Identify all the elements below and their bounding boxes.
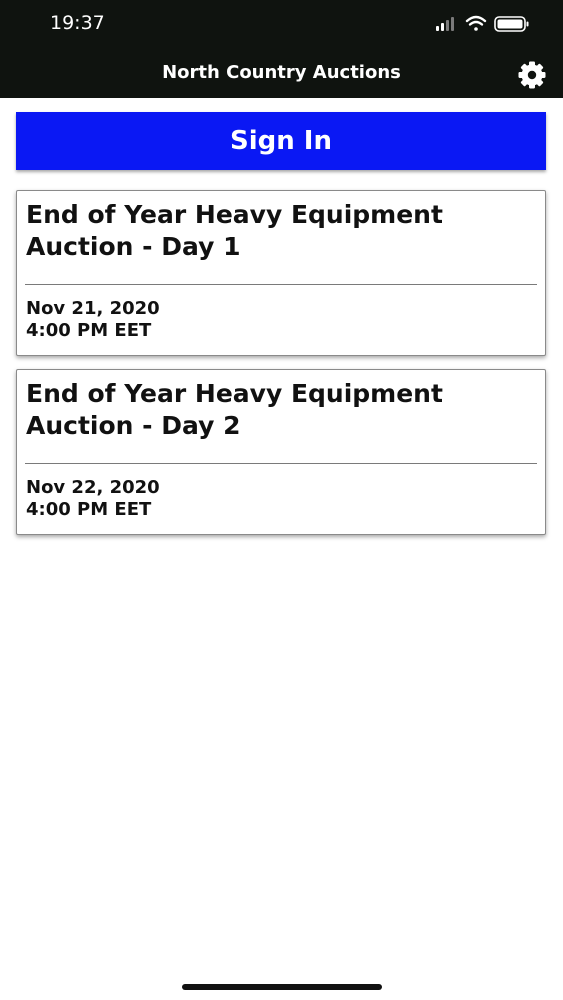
card-divider xyxy=(25,284,537,285)
auction-time: 4:00 PM EET xyxy=(26,320,152,341)
status-icons xyxy=(436,15,529,32)
auction-title: End of Year Heavy Equipment Auction - Da… xyxy=(26,200,443,261)
auction-date: Nov 21, 2020 xyxy=(26,298,160,319)
status-time: 19:37 xyxy=(50,12,105,34)
page-title: North Country Auctions xyxy=(162,62,401,83)
card-divider xyxy=(25,463,537,464)
signal-icon xyxy=(436,17,454,31)
top-bar: 19:37 North Country Auctions xyxy=(0,0,563,98)
auction-card[interactable]: End of Year Heavy Equipment Auction - Da… xyxy=(16,190,546,356)
auction-card[interactable]: End of Year Heavy Equipment Auction - Da… xyxy=(16,369,546,535)
wifi-icon xyxy=(465,15,487,31)
auction-time: 4:00 PM EET xyxy=(26,499,152,520)
sign-in-button[interactable]: Sign In xyxy=(16,112,546,170)
auction-date: Nov 22, 2020 xyxy=(26,477,160,498)
home-indicator[interactable] xyxy=(182,984,382,990)
auction-title: End of Year Heavy Equipment Auction - Da… xyxy=(26,379,443,440)
gear-icon[interactable] xyxy=(517,60,547,90)
battery-icon xyxy=(494,16,529,32)
